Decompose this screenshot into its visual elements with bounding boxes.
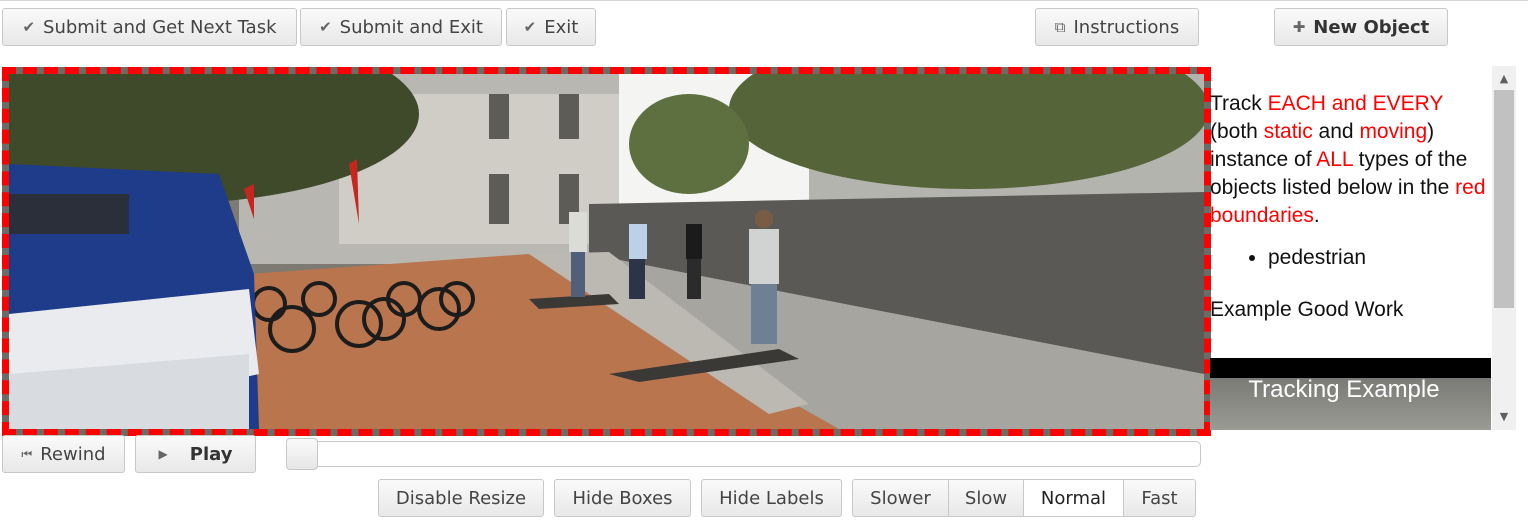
play-label: Play <box>189 443 233 465</box>
top-divider <box>0 0 1528 1</box>
speed-slow-button[interactable]: Slow <box>948 479 1024 517</box>
rewind-icon: ⏮ <box>21 446 33 461</box>
instructions-button[interactable]: ⧉ Instructions <box>1035 8 1199 46</box>
disable-resize-label: Disable Resize <box>395 487 527 509</box>
exit-label: Exit <box>544 16 579 38</box>
example-heading: Example Good Work <box>1210 298 1404 321</box>
instructions-panel: Track EACH and EVERY (both static and mo… <box>1210 66 1491 430</box>
speed-fast-label: Fast <box>1141 487 1178 509</box>
example-video[interactable]: Tracking Example <box>1210 358 1491 430</box>
submit-exit-button[interactable]: ✔ Submit and Exit <box>300 8 502 46</box>
instr-highlight-static: static <box>1263 120 1313 143</box>
timeline-slider-handle[interactable] <box>286 438 318 470</box>
instr-highlight-moving: moving <box>1359 120 1428 143</box>
timeline-slider[interactable] <box>286 441 1201 467</box>
example-video-title: Tracking Example <box>1248 376 1440 403</box>
scroll-down-icon[interactable]: ▼ <box>1492 406 1516 426</box>
street-scene-image <box>9 74 1204 429</box>
exit-button[interactable]: ✔ Exit <box>506 8 596 46</box>
scrollbar-thumb[interactable] <box>1494 90 1514 308</box>
rewind-button[interactable]: ⏮ Rewind <box>2 435 125 473</box>
submit-exit-label: Submit and Exit <box>339 16 483 38</box>
check-icon: ✔ <box>319 18 332 36</box>
hide-labels-label: Hide Labels <box>719 487 824 509</box>
speed-fast-button[interactable]: Fast <box>1123 479 1196 517</box>
speed-normal-label: Normal <box>1040 487 1107 509</box>
instr-highlight-each-every: EACH and EVERY <box>1267 92 1444 115</box>
object-list-item: pedestrian <box>1268 244 1491 272</box>
hide-boxes-label: Hide Boxes <box>572 487 673 509</box>
check-icon: ✔ <box>523 18 537 36</box>
disable-resize-button[interactable]: Disable Resize <box>378 479 544 517</box>
plus-icon: ✚ <box>1292 18 1306 36</box>
rewind-label: Rewind <box>40 443 106 465</box>
new-object-button[interactable]: ✚ New Object <box>1274 8 1448 46</box>
submit-next-label: Submit and Get Next Task <box>43 16 277 38</box>
speed-slower-button[interactable]: Slower <box>852 479 949 517</box>
panel-scrollbar[interactable]: ▲ ▼ <box>1492 66 1516 430</box>
play-button[interactable]: ▶ Play <box>135 435 256 473</box>
instr-text-11: . <box>1313 204 1320 227</box>
speed-slower-label: Slower <box>870 487 931 509</box>
check-icon: ✔ <box>22 18 36 36</box>
speed-slow-label: Slow <box>964 487 1008 509</box>
hide-labels-button[interactable]: Hide Labels <box>701 479 842 517</box>
instr-text-3: (both <box>1210 120 1264 143</box>
play-icon: ▶ <box>158 447 168 461</box>
submit-next-button[interactable]: ✔ Submit and Get Next Task <box>2 8 297 46</box>
object-list: pedestrian <box>1210 244 1491 272</box>
hide-boxes-button[interactable]: Hide Boxes <box>554 479 691 517</box>
instructions-text: Track EACH and EVERY (both static and mo… <box>1210 90 1491 230</box>
video-canvas[interactable] <box>2 67 1211 436</box>
scroll-up-icon[interactable]: ▲ <box>1492 68 1516 88</box>
external-window-icon: ⧉ <box>1054 18 1066 36</box>
speed-normal-button[interactable]: Normal <box>1023 479 1124 517</box>
instr-text-5: and <box>1312 120 1360 143</box>
instr-highlight-all: ALL <box>1316 148 1353 171</box>
instructions-label: Instructions <box>1073 16 1180 38</box>
new-object-label: New Object <box>1313 16 1430 38</box>
instr-text-1: Track <box>1210 92 1268 115</box>
